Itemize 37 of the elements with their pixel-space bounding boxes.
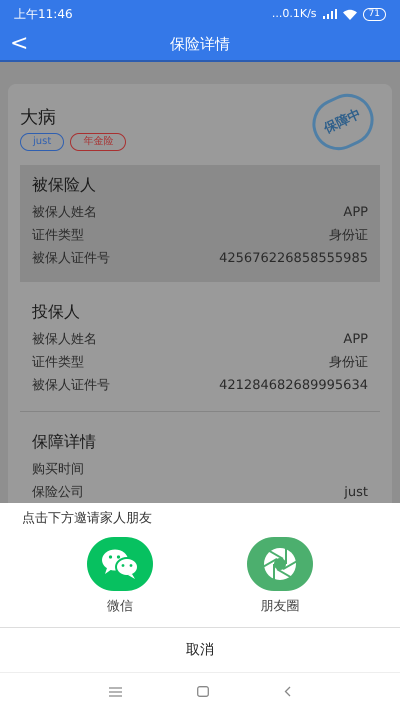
menu-icon[interactable] xyxy=(109,686,122,696)
field-value: 421284682689995634 xyxy=(219,377,368,395)
field-label: 保险公司 xyxy=(32,484,84,502)
wifi-icon xyxy=(342,8,357,20)
cancel-button[interactable]: 取消 xyxy=(0,628,400,672)
field-value: 身份证 xyxy=(329,354,368,372)
field-value: APP xyxy=(343,204,368,222)
section-title: 投保人 xyxy=(32,301,81,323)
field-value: APP xyxy=(343,331,368,349)
network-speed: ...0.1K/s xyxy=(272,6,317,22)
field-label: 证件类型 xyxy=(32,227,84,245)
field-value: 425676226858555985 xyxy=(219,250,368,268)
signal-icon xyxy=(322,9,337,19)
back-icon[interactable] xyxy=(284,686,291,697)
section-title: 被保险人 xyxy=(32,174,97,196)
status-time: 上午11:46 xyxy=(14,6,73,23)
aperture-icon xyxy=(263,546,297,580)
field-label: 证件类型 xyxy=(32,354,84,372)
field-label: 被保人姓名 xyxy=(32,331,97,349)
chat-bubbles-icon xyxy=(101,548,139,580)
battery-indicator: 71 xyxy=(362,8,386,20)
share-option[interactable]: 朋友圈 xyxy=(240,536,320,626)
field-label: 被保人证件号 xyxy=(32,377,110,395)
field-value: just xyxy=(344,484,368,502)
share-prompt: 点击下方邀请家人朋友 xyxy=(21,510,153,528)
field-value: 身份证 xyxy=(329,227,368,245)
home-icon[interactable] xyxy=(197,686,209,697)
policy-tag: 年金险 xyxy=(70,133,126,151)
field-label: 被保人证件号 xyxy=(32,250,110,268)
section-title: 保障详情 xyxy=(32,431,97,453)
policy-name: 大病 xyxy=(20,106,56,130)
policy-tag: just xyxy=(20,133,64,151)
page-title: 保险详情 xyxy=(170,34,230,55)
back-button[interactable]: < xyxy=(10,33,28,55)
field-label: 被保人姓名 xyxy=(32,204,97,222)
share-option[interactable]: 微信 xyxy=(80,536,160,626)
field-label: 购买时间 xyxy=(32,461,84,479)
